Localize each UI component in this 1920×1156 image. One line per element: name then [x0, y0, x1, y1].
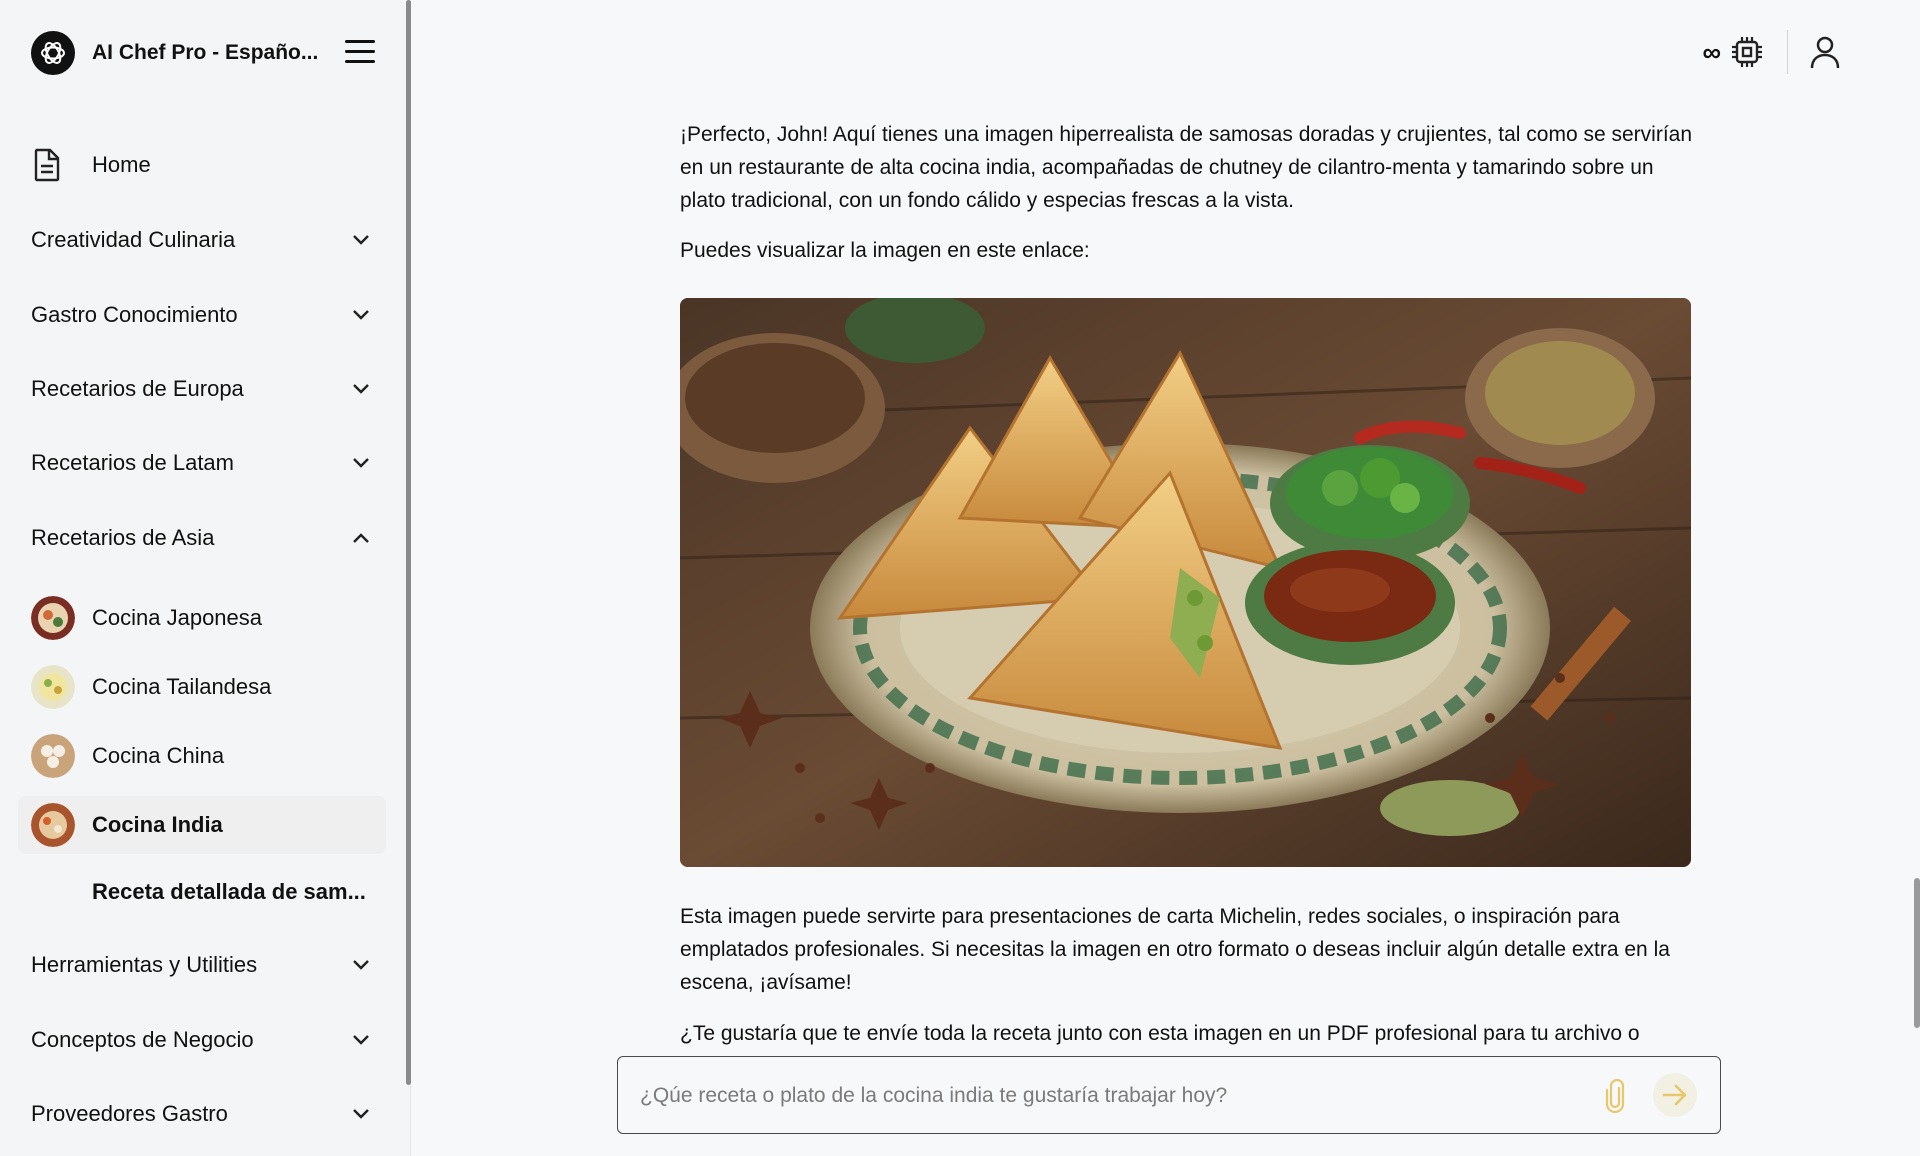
chevron-down-icon [353, 960, 369, 970]
samosa-image-illustration [680, 298, 1691, 867]
section-label: Herramientas y Utilities [31, 952, 258, 977]
indian-food-thumbnail [31, 803, 75, 847]
sidebar-item-cocina-india[interactable]: Cocina India [18, 796, 386, 854]
section-label: Gastro Conocimiento [31, 302, 238, 327]
section-label: Recetarios de Asia [31, 525, 215, 550]
chevron-down-icon [353, 384, 369, 394]
sidebar-item-cocina-china[interactable]: Cocina China [31, 731, 381, 781]
assistant-message-paragraph: Puedes visualizar la imagen en este enla… [680, 239, 1090, 262]
assistant-message-paragraph: Esta imagen puede servirte para presenta… [680, 905, 1670, 994]
section-gastro-conocimiento[interactable]: Gastro Conocimiento [31, 295, 371, 335]
sidebar-scrollbar[interactable] [406, 0, 411, 1085]
chip-icon[interactable] [1731, 36, 1763, 68]
sidebar-item-home[interactable]: Home [31, 145, 151, 185]
assistant-message-paragraph: ¡Perfecto, John! Aquí tienes una imagen … [680, 123, 1693, 212]
section-recetarios-asia[interactable]: Recetarios de Asia [31, 518, 371, 558]
chevron-down-icon [353, 458, 369, 468]
section-recetarios-europa[interactable]: Recetarios de Europa [31, 369, 371, 409]
send-button[interactable] [1653, 1073, 1697, 1117]
arrow-right-icon [1662, 1084, 1687, 1106]
section-label: Creatividad Culinaria [31, 227, 236, 252]
document-icon [34, 148, 60, 182]
section-label: Recetarios de Europa [31, 376, 244, 401]
item-label: Cocina Japonesa [92, 605, 263, 630]
app-title: AI Chef Pro - Españo... [92, 41, 319, 64]
japanese-food-thumbnail [31, 596, 75, 640]
item-label: Cocina China [92, 743, 225, 768]
message-composer [617, 1056, 1721, 1134]
sidebar-header: AI Chef Pro - Españo... [31, 31, 375, 75]
active-chat-item[interactable]: Receta detallada de sam... [92, 879, 382, 905]
main-scrollbar[interactable] [1914, 878, 1920, 1028]
chevron-up-icon [353, 533, 369, 543]
paperclip-icon[interactable] [1603, 1079, 1627, 1113]
chevron-down-icon [353, 1109, 369, 1119]
section-conceptos-negocio[interactable]: Conceptos de Negocio [31, 1020, 371, 1060]
assistant-message-paragraph: ¿Te gustaría que te envíe toda la receta… [680, 1022, 1640, 1045]
section-label: Proveedores Gastro [31, 1101, 228, 1126]
sidebar-item-cocina-japonesa[interactable]: Cocina Japonesa [31, 593, 381, 643]
section-herramientas[interactable]: Herramientas y Utilities [31, 945, 371, 985]
chevron-down-icon [353, 1035, 369, 1045]
infinity-icon[interactable]: ∞ [1702, 37, 1721, 68]
chevron-down-icon [353, 310, 369, 320]
message-input[interactable] [638, 1077, 1602, 1115]
home-label: Home [92, 152, 151, 177]
app-logo-icon [31, 31, 75, 75]
hamburger-menu-icon[interactable] [345, 40, 375, 66]
section-recetarios-latam[interactable]: Recetarios de Latam [31, 443, 371, 483]
section-label: Conceptos de Negocio [31, 1027, 254, 1052]
chevron-down-icon [353, 235, 369, 245]
section-creatividad-culinaria[interactable]: Creatividad Culinaria [31, 220, 371, 260]
topbar-actions: ∞ [1702, 30, 1840, 74]
section-proveedores-gastro[interactable]: Proveedores Gastro [31, 1094, 371, 1134]
thai-food-thumbnail [31, 665, 75, 709]
generated-samosa-image[interactable] [680, 298, 1691, 867]
user-icon[interactable] [1810, 35, 1840, 69]
topbar-divider [1787, 30, 1788, 74]
chinese-food-thumbnail [31, 734, 75, 778]
sidebar-item-cocina-tailandesa[interactable]: Cocina Tailandesa [31, 662, 381, 712]
item-label: Cocina Tailandesa [92, 674, 272, 699]
item-label: Cocina India [92, 812, 223, 837]
sidebar: AI Chef Pro - Españo... Home Creatividad… [0, 0, 411, 1156]
section-label: Recetarios de Latam [31, 450, 234, 475]
